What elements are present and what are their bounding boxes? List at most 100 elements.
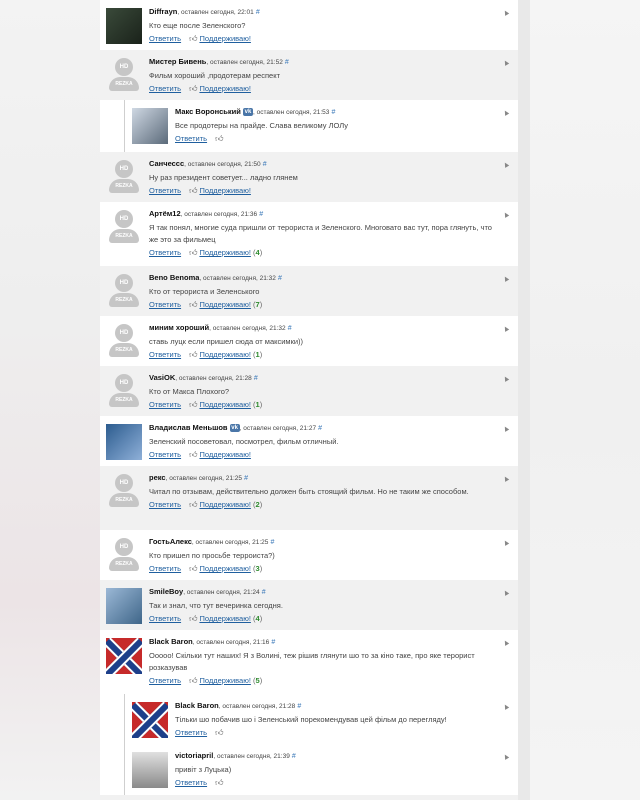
reply-link[interactable]: Ответить — [149, 450, 181, 459]
user-avatar[interactable] — [132, 702, 168, 738]
comment-author[interactable]: Санчессс — [149, 159, 184, 168]
thumb-up-icon[interactable]: 👍︎ — [189, 676, 197, 686]
pin-icon[interactable]: ▲ — [500, 423, 511, 435]
reply-link[interactable]: Ответить — [149, 84, 181, 93]
thumb-up-icon[interactable]: 👍︎ — [189, 300, 197, 310]
comment-author[interactable]: VasiOK — [149, 373, 175, 382]
support-link[interactable]: Поддерживаю! — [199, 400, 250, 409]
support-link[interactable]: Поддерживаю! — [199, 450, 250, 459]
user-avatar[interactable]: HD REZKA — [106, 374, 142, 410]
reply-link[interactable]: Ответить — [149, 564, 181, 573]
support-link[interactable]: Поддерживаю! — [199, 564, 250, 573]
comment-author[interactable]: Макс Воронський — [175, 107, 241, 116]
support-link[interactable]: Поддерживаю! — [199, 500, 250, 509]
reply-link[interactable]: Ответить — [149, 500, 181, 509]
reply-link[interactable]: Ответить — [149, 186, 181, 195]
reply-link[interactable]: Ответить — [149, 34, 181, 43]
reply-link[interactable]: Ответить — [149, 400, 181, 409]
thumb-up-icon[interactable]: 👍︎ — [189, 248, 197, 258]
user-avatar[interactable] — [106, 8, 142, 44]
support-link[interactable]: Поддерживаю! — [199, 300, 250, 309]
user-avatar[interactable] — [132, 108, 168, 144]
reply-link[interactable]: Ответить — [149, 300, 181, 309]
pin-icon[interactable]: ▲ — [500, 273, 511, 285]
user-avatar[interactable] — [106, 424, 142, 460]
comment-author[interactable]: Black Baron — [149, 637, 193, 646]
user-avatar[interactable]: HD REZKA — [106, 474, 142, 510]
thumb-up-icon[interactable]: 👍︎ — [215, 778, 223, 788]
pin-icon[interactable]: ▲ — [500, 107, 511, 119]
pin-icon[interactable]: ▲ — [500, 7, 511, 19]
comment-author[interactable]: Beno Benoma — [149, 273, 199, 282]
comment-author[interactable]: Мистер Бивень — [149, 57, 206, 66]
comment-author[interactable]: Владислав Меньшов — [149, 423, 228, 432]
permalink-link[interactable]: # — [297, 703, 301, 710]
user-avatar[interactable] — [106, 588, 142, 624]
permalink-link[interactable]: # — [288, 325, 292, 332]
thumb-up-icon[interactable]: 👍︎ — [189, 400, 197, 410]
thumb-up-icon[interactable]: 👍︎ — [189, 450, 197, 460]
permalink-link[interactable]: # — [244, 475, 248, 482]
support-link[interactable]: Поддерживаю! — [199, 676, 250, 685]
reply-link[interactable]: Ответить — [149, 350, 181, 359]
comment-author[interactable]: victoriapril — [175, 751, 213, 760]
support-link[interactable]: Поддерживаю! — [199, 34, 250, 43]
pin-icon[interactable]: ▲ — [500, 57, 511, 69]
reply-link[interactable]: Ответить — [149, 676, 181, 685]
thumb-up-icon[interactable]: 👍︎ — [189, 614, 197, 624]
pin-icon[interactable]: ▲ — [500, 751, 511, 763]
user-avatar[interactable] — [106, 638, 142, 674]
permalink-link[interactable]: # — [278, 275, 282, 282]
pin-icon[interactable]: ▲ — [500, 159, 511, 171]
support-link[interactable]: Поддерживаю! — [199, 350, 250, 359]
pin-icon[interactable]: ▲ — [500, 209, 511, 221]
pin-icon[interactable]: ▲ — [500, 473, 511, 485]
thumb-up-icon[interactable]: 👍︎ — [189, 564, 197, 574]
permalink-link[interactable]: # — [332, 109, 336, 116]
permalink-link[interactable]: # — [259, 211, 263, 218]
reply-link[interactable]: Ответить — [175, 728, 207, 737]
comment-author[interactable]: рекс — [149, 473, 166, 482]
reply-link[interactable]: Ответить — [149, 248, 181, 257]
user-avatar[interactable]: HD REZKA — [106, 274, 142, 310]
comment-author[interactable]: SmileBoy — [149, 587, 183, 596]
comment-author[interactable]: Black Baron — [175, 701, 219, 710]
thumb-up-icon[interactable]: 👍︎ — [189, 500, 197, 510]
pin-icon[interactable]: ▲ — [500, 373, 511, 385]
thumb-up-icon[interactable]: 👍︎ — [215, 134, 223, 144]
thumb-up-icon[interactable]: 👍︎ — [189, 350, 197, 360]
support-link[interactable]: Поддерживаю! — [199, 186, 250, 195]
support-link[interactable]: Поддерживаю! — [199, 248, 250, 257]
permalink-link[interactable]: # — [263, 161, 267, 168]
thumb-up-icon[interactable]: 👍︎ — [215, 728, 223, 738]
user-avatar[interactable] — [132, 752, 168, 788]
pin-icon[interactable]: ▲ — [500, 587, 511, 599]
comment-author[interactable]: Артём12 — [149, 209, 181, 218]
user-avatar[interactable]: HD REZKA — [106, 210, 142, 246]
permalink-link[interactable]: # — [262, 589, 266, 596]
pin-icon[interactable]: ▲ — [500, 637, 511, 649]
thumb-up-icon[interactable]: 👍︎ — [189, 84, 197, 94]
user-avatar[interactable]: HD REZKA — [106, 538, 142, 574]
support-link[interactable]: Поддерживаю! — [199, 614, 250, 623]
permalink-link[interactable]: # — [254, 375, 258, 382]
comment-author[interactable]: миним хороший — [149, 323, 209, 332]
permalink-link[interactable]: # — [285, 59, 289, 66]
reply-link[interactable]: Ответить — [175, 778, 207, 787]
permalink-link[interactable]: # — [270, 539, 274, 546]
comment-author[interactable]: ГостьАлекс — [149, 537, 192, 546]
pin-icon[interactable]: ▲ — [500, 537, 511, 549]
comment-author[interactable]: Diffrayn — [149, 7, 177, 16]
support-link[interactable]: Поддерживаю! — [199, 84, 250, 93]
thumb-up-icon[interactable]: 👍︎ — [189, 34, 197, 44]
reply-link[interactable]: Ответить — [175, 134, 207, 143]
pin-icon[interactable]: ▲ — [500, 323, 511, 335]
user-avatar[interactable]: HD REZKA — [106, 58, 142, 94]
pin-icon[interactable]: ▲ — [500, 701, 511, 713]
user-avatar[interactable]: HD REZKA — [106, 160, 142, 196]
reply-link[interactable]: Ответить — [149, 614, 181, 623]
permalink-link[interactable]: # — [292, 753, 296, 760]
permalink-link[interactable]: # — [271, 639, 275, 646]
thumb-up-icon[interactable]: 👍︎ — [189, 186, 197, 196]
user-avatar[interactable]: HD REZKA — [106, 324, 142, 360]
